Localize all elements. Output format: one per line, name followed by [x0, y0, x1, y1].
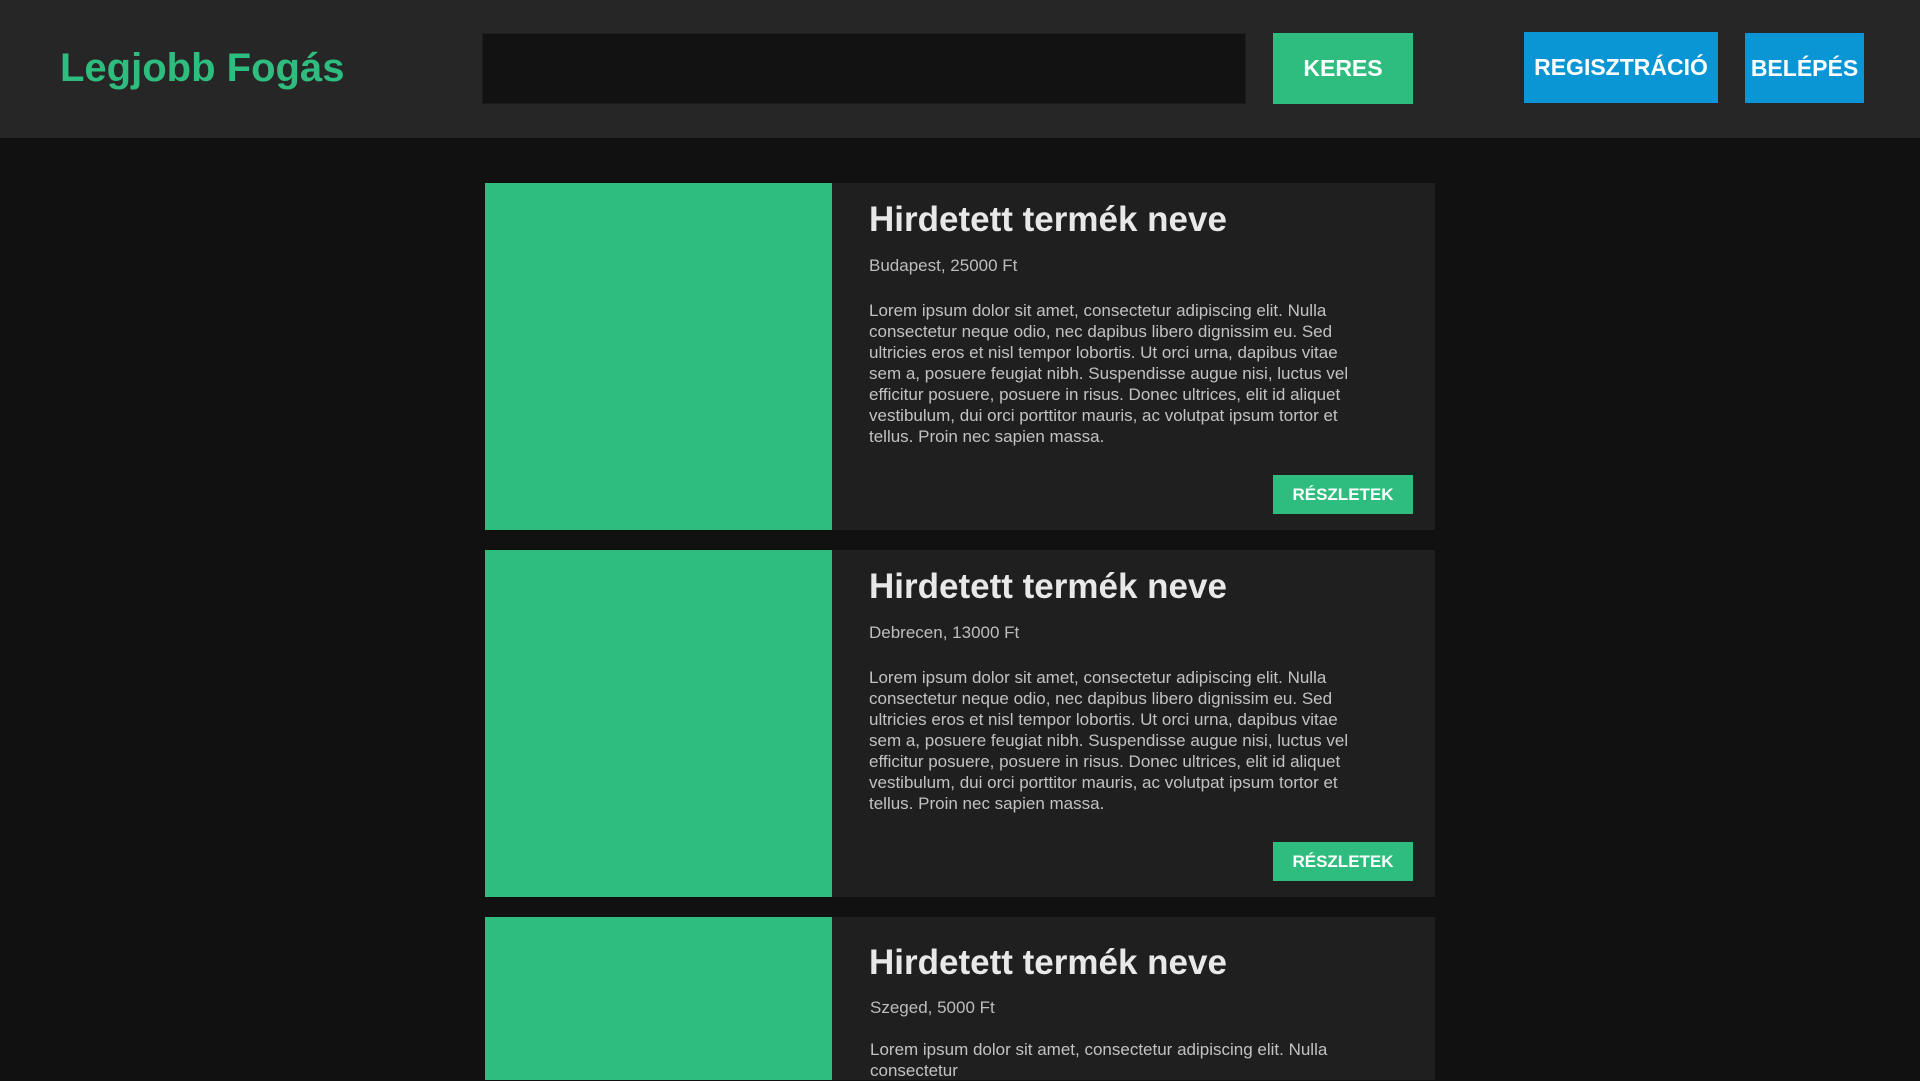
listing-image[interactable] [485, 183, 832, 530]
register-button[interactable]: REGISZTRÁCIÓ [1524, 32, 1718, 103]
listing-title: Hirdetett termék neve [869, 943, 1227, 982]
site-logo[interactable]: Legjobb Fogás [60, 44, 344, 92]
search-button[interactable]: KERES [1273, 33, 1413, 104]
listing-description: Lorem ipsum dolor sit amet, consectetur … [869, 301, 1349, 446]
listing-card: Hirdetett termék neve Szeged, 5000 Ft Lo… [485, 917, 1435, 1080]
details-button[interactable]: RÉSZLETEK [1273, 842, 1413, 881]
listing-location-price: Debrecen, 13000 Ft [869, 623, 1020, 642]
listing-location-price: Szeged, 5000 Ft [870, 998, 995, 1017]
listing-body: Hirdetett termék neve Szeged, 5000 Ft Lo… [869, 917, 1409, 1080]
listing-image[interactable] [485, 550, 832, 897]
listing-title: Hirdetett termék neve [869, 567, 1227, 606]
listing-description: Lorem ipsum dolor sit amet, consectetur … [869, 668, 1349, 813]
listing-title: Hirdetett termék neve [869, 200, 1227, 239]
site-header: Legjobb Fogás KERES REGISZTRÁCIÓ BELÉPÉS [0, 0, 1920, 138]
login-button[interactable]: BELÉPÉS [1745, 33, 1864, 103]
search-input[interactable] [482, 33, 1246, 104]
details-button[interactable]: RÉSZLETEK [1273, 475, 1413, 514]
listing-card: Hirdetett termék neve Debrecen, 13000 Ft… [485, 550, 1435, 897]
listing-image[interactable] [485, 917, 832, 1080]
listing-description: Lorem ipsum dolor sit amet, consectetur … [870, 1040, 1328, 1080]
listing-location-price: Budapest, 25000 Ft [869, 256, 1018, 275]
listing-card: Hirdetett termék neve Budapest, 25000 Ft… [485, 183, 1435, 530]
